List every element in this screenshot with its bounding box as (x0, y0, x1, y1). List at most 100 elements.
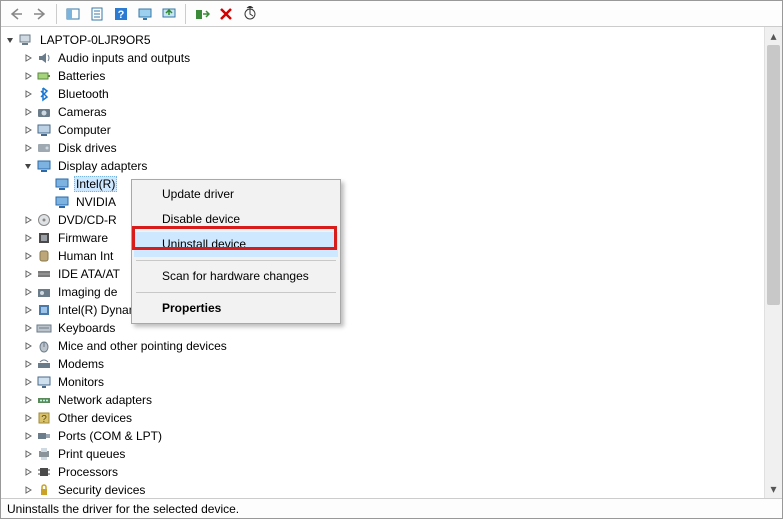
expand-icon[interactable] (21, 375, 35, 389)
tree-item-label: Audio inputs and outputs (56, 51, 192, 65)
tree-category[interactable]: Audio inputs and outputs (3, 49, 764, 67)
monitor-icon (36, 374, 52, 390)
scan-icon (242, 6, 258, 22)
dvd-icon (36, 212, 52, 228)
tree-category[interactable]: Network adapters (3, 391, 764, 409)
tree-category[interactable]: Computer (3, 121, 764, 139)
audio-icon (36, 50, 52, 66)
scroll-track[interactable] (765, 45, 782, 480)
tree-category[interactable]: Disk drives (3, 139, 764, 157)
tree-category[interactable]: Firmware (3, 229, 764, 247)
collapse-icon[interactable] (3, 33, 17, 47)
update-driver-button[interactable] (158, 3, 180, 25)
status-text: Uninstalls the driver for the selected d… (7, 502, 239, 516)
tree-category[interactable]: Ports (COM & LPT) (3, 427, 764, 445)
tree-category[interactable]: Imaging de (3, 283, 764, 301)
ctx-update-driver[interactable]: Update driver (134, 182, 338, 207)
ctx-properties[interactable]: Properties (134, 296, 338, 321)
expand-icon[interactable] (21, 303, 35, 317)
expand-icon[interactable] (21, 321, 35, 335)
expand-icon[interactable] (21, 429, 35, 443)
tree-category[interactable]: Keyboards (3, 319, 764, 337)
expand-icon[interactable] (21, 231, 35, 245)
expand-icon[interactable] (21, 69, 35, 83)
enable-icon (194, 6, 210, 22)
ctx-disable-device[interactable]: Disable device (134, 207, 338, 232)
tree-category[interactable]: Bluetooth (3, 85, 764, 103)
tree-category[interactable]: Monitors (3, 373, 764, 391)
properties-button[interactable] (86, 3, 108, 25)
tree-category[interactable]: DVD/CD-R (3, 211, 764, 229)
intel-icon (36, 302, 52, 318)
tree-category[interactable]: Cameras (3, 103, 764, 121)
other-icon: ? (36, 410, 52, 426)
display-icon (54, 194, 70, 210)
expand-icon[interactable] (21, 393, 35, 407)
expand-icon[interactable] (21, 267, 35, 281)
expand-icon[interactable] (21, 141, 35, 155)
collapse-icon[interactable] (21, 159, 35, 173)
scroll-up-button[interactable]: ▴ (765, 27, 782, 45)
tree-category[interactable]: Print queues (3, 445, 764, 463)
uninstall-device-button[interactable] (215, 3, 237, 25)
expand-icon[interactable] (21, 249, 35, 263)
expand-icon[interactable] (21, 51, 35, 65)
scroll-down-button[interactable]: ▾ (765, 480, 782, 498)
expand-icon[interactable] (21, 105, 35, 119)
tree-category[interactable]: Processors (3, 463, 764, 481)
tree-category[interactable]: Human Int (3, 247, 764, 265)
expand-icon[interactable] (21, 357, 35, 371)
vertical-scrollbar[interactable]: ▴ ▾ (764, 27, 782, 498)
expand-icon[interactable] (21, 483, 35, 497)
camera-icon (36, 104, 52, 120)
show-hide-tree-button[interactable] (62, 3, 84, 25)
tree-item-label: Keyboards (56, 321, 117, 335)
tree-item-label: Monitors (56, 375, 106, 389)
tree-item-label: Processors (56, 465, 120, 479)
tree-category[interactable]: IDE ATA/AT (3, 265, 764, 283)
expand-icon[interactable] (21, 465, 35, 479)
bluetooth-icon (36, 86, 52, 102)
tree-device[interactable]: NVIDIA (3, 193, 764, 211)
ctx-scan-hardware[interactable]: Scan for hardware changes (134, 264, 338, 289)
back-button[interactable] (5, 3, 27, 25)
display-icon (36, 158, 52, 174)
tree-item-label: Firmware (56, 231, 110, 245)
separator (185, 4, 186, 24)
expand-icon[interactable] (21, 213, 35, 227)
display-icon (54, 176, 70, 192)
device-tree[interactable]: LAPTOP-0LJR9OR5 Audio inputs and outputs B… (1, 27, 764, 498)
tree-category[interactable]: Batteries (3, 67, 764, 85)
action-button[interactable] (134, 3, 156, 25)
expand-icon[interactable] (21, 411, 35, 425)
security-icon (36, 482, 52, 498)
expand-icon[interactable] (21, 285, 35, 299)
tree-item-label: NVIDIA (74, 195, 118, 209)
arrow-left-icon (8, 6, 24, 22)
scroll-thumb[interactable] (767, 45, 780, 305)
expand-icon[interactable] (21, 339, 35, 353)
tree-item-label: Ports (COM & LPT) (56, 429, 164, 443)
tree-category[interactable]: Security devices (3, 481, 764, 498)
tree-device[interactable]: Intel(R) (3, 175, 764, 193)
expand-icon[interactable] (21, 447, 35, 461)
tree-category[interactable]: Intel(R) Dynamic Platform and Thermal Fr… (3, 301, 764, 319)
expand-icon[interactable] (21, 87, 35, 101)
tree-category[interactable]: Display adapters (3, 157, 764, 175)
enable-device-button[interactable] (191, 3, 213, 25)
scan-hardware-button[interactable] (239, 3, 261, 25)
forward-button[interactable] (29, 3, 51, 25)
tree-category[interactable]: Modems (3, 355, 764, 373)
tree-root[interactable]: LAPTOP-0LJR9OR5 (3, 31, 764, 49)
ide-icon (36, 266, 52, 282)
tree-category[interactable]: ?Other devices (3, 409, 764, 427)
monitor-update-icon (161, 6, 177, 22)
tree-item-label: Human Int (56, 249, 115, 263)
help-icon: ? (113, 6, 129, 22)
expand-icon[interactable] (21, 123, 35, 137)
keyboard-icon (36, 320, 52, 336)
tree-category[interactable]: Mice and other pointing devices (3, 337, 764, 355)
help-button[interactable]: ? (110, 3, 132, 25)
ctx-uninstall-device[interactable]: Uninstall device (134, 232, 338, 257)
tree-item-label: Modems (56, 357, 106, 371)
